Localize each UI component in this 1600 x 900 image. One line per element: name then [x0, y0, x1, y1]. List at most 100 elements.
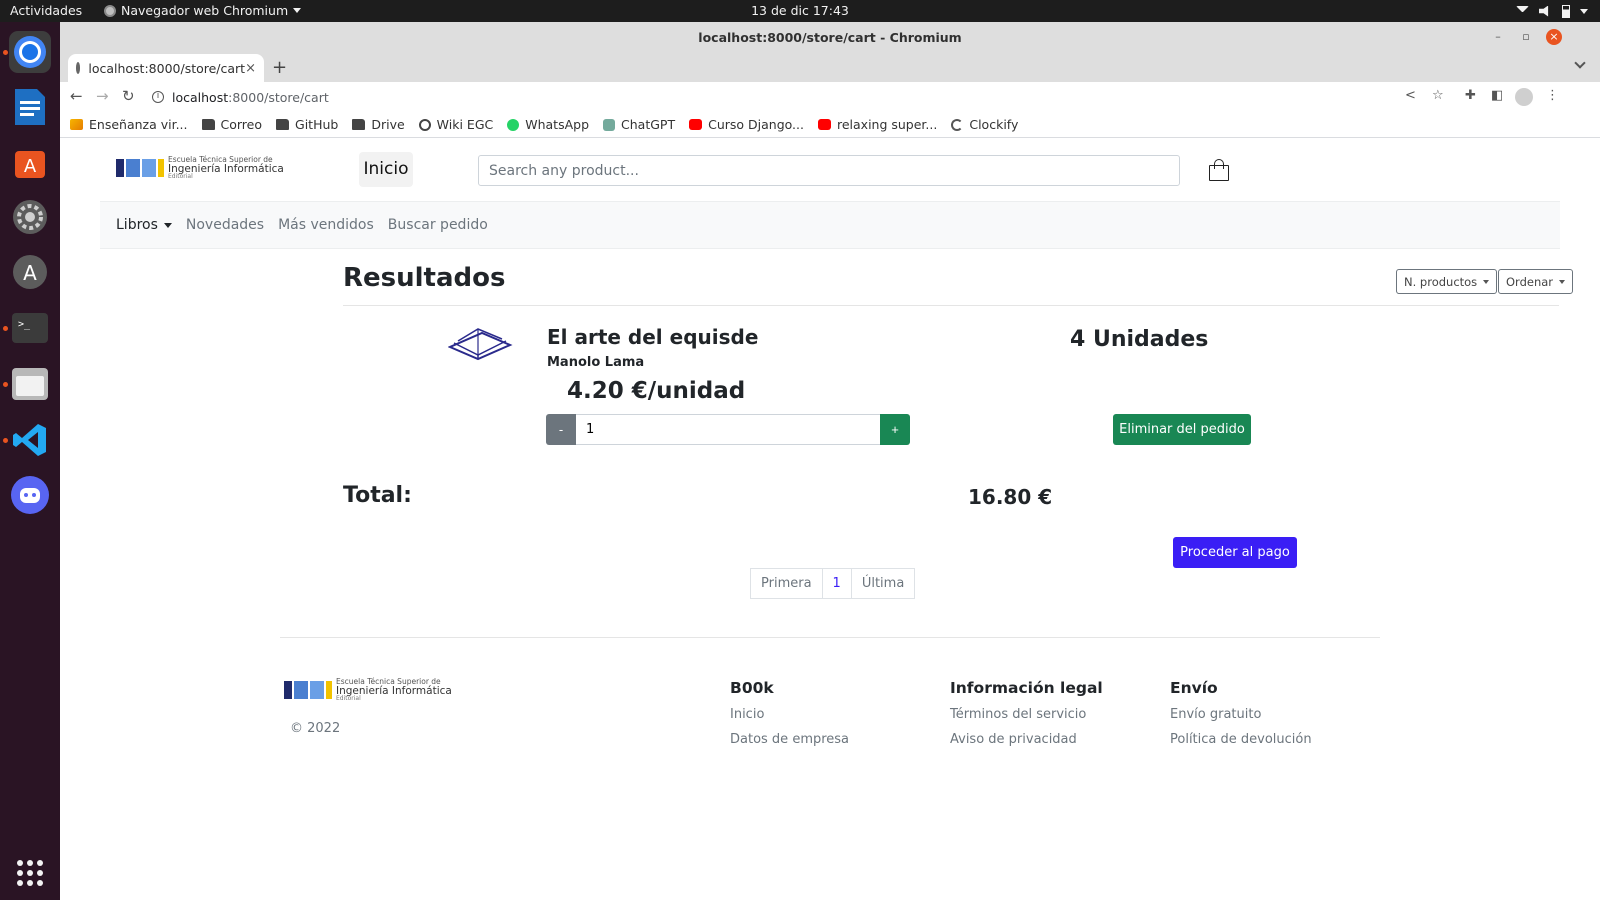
- bookmark-relaxing[interactable]: relaxing super...: [817, 117, 937, 132]
- quantity-input[interactable]: [576, 414, 880, 445]
- book-icon[interactable]: [448, 325, 514, 363]
- running-indicator: [3, 438, 8, 443]
- shopping-bag-icon[interactable]: [1209, 159, 1229, 181]
- pagination: Primera 1 Última: [750, 568, 916, 599]
- news-link[interactable]: Novedades: [186, 217, 264, 233]
- remove-from-order-button[interactable]: Eliminar del pedido: [1113, 414, 1251, 445]
- bestsellers-link[interactable]: Más vendidos: [278, 217, 374, 233]
- footer-link-privacy[interactable]: Aviso de privacidad: [950, 732, 1103, 747]
- svg-text:A: A: [24, 156, 37, 177]
- total-value: 16.80 €: [968, 485, 1053, 509]
- chevron-down-icon: [163, 222, 172, 228]
- page-title: Resultados: [343, 263, 506, 293]
- n-products-dropdown[interactable]: N. productos: [1396, 269, 1498, 294]
- settings-icon[interactable]: [9, 196, 51, 238]
- info-icon[interactable]: i: [152, 91, 164, 103]
- vscode-icon[interactable]: [9, 419, 51, 461]
- bookmark-wiki-egc[interactable]: Wiki EGC: [418, 117, 493, 132]
- bookmark-label: WhatsApp: [525, 117, 590, 132]
- close-icon[interactable]: ×: [1546, 29, 1562, 45]
- checkout-button[interactable]: Proceder al pago: [1173, 537, 1297, 568]
- item-title[interactable]: El arte del equisde: [547, 325, 758, 349]
- reload-icon[interactable]: ↻: [122, 87, 135, 105]
- folder-icon: [352, 119, 366, 130]
- n-products-label: N. productos: [1404, 274, 1478, 289]
- first-page-link[interactable]: Primera: [750, 568, 823, 599]
- bookmark-correo[interactable]: Correo: [201, 117, 262, 132]
- menu-icon[interactable]: ⋮: [1546, 88, 1559, 103]
- clock[interactable]: 13 de dic 17:43: [0, 3, 1600, 18]
- files-icon[interactable]: [9, 363, 51, 405]
- globe-icon: [76, 62, 81, 74]
- last-page-link[interactable]: Última: [850, 568, 916, 599]
- profile-icon[interactable]: [1515, 88, 1533, 106]
- software-updater-icon[interactable]: A: [9, 251, 51, 293]
- system-tray[interactable]: [1516, 2, 1588, 20]
- quantity-stepper: - +: [546, 414, 910, 445]
- sort-dropdown[interactable]: Ordenar: [1498, 269, 1574, 294]
- share-icon[interactable]: <: [1405, 88, 1416, 103]
- bookmark-whatsapp[interactable]: WhatsApp: [507, 117, 589, 132]
- folder-icon: [276, 119, 290, 130]
- bookmark-ensenanza[interactable]: Enseñanza vir...: [70, 117, 188, 132]
- bookmark-chatgpt[interactable]: ChatGPT: [603, 117, 675, 132]
- search-input[interactable]: [478, 155, 1180, 186]
- forward-icon[interactable]: →: [96, 87, 109, 105]
- address-bar[interactable]: i localhost:8000/store/cart: [152, 84, 1472, 110]
- discord-icon[interactable]: [9, 474, 51, 516]
- site-logo[interactable]: Escuela Técnica Superior de Ingeniería I…: [116, 156, 284, 180]
- footer-link-returns[interactable]: Política de devolución: [1170, 732, 1312, 747]
- logo-bars: [116, 159, 164, 177]
- url-path: :8000/store/cart: [228, 89, 329, 105]
- footer-divider: [280, 637, 1380, 638]
- app-center-icon[interactable]: A: [9, 141, 51, 183]
- web-page: Escuela Técnica Superior de Ingeniería I…: [60, 139, 1600, 900]
- find-order-link[interactable]: Buscar pedido: [388, 217, 488, 233]
- folder-icon: [201, 119, 215, 130]
- star-icon[interactable]: ☆: [1432, 88, 1444, 103]
- home-button[interactable]: Inicio: [359, 152, 413, 187]
- footer-link-inicio[interactable]: Inicio: [730, 707, 849, 722]
- browser-toolbar: ← → ↻ i localhost:8000/store/cart < ☆ ✚ …: [60, 82, 1600, 112]
- back-icon[interactable]: ←: [70, 87, 83, 105]
- footer-col-book: B00k Inicio Datos de empresa: [730, 679, 849, 757]
- current-page-link[interactable]: 1: [821, 568, 852, 599]
- bookmark-clockify[interactable]: Clockify: [951, 117, 1018, 132]
- footer-col-title: Envío: [1170, 679, 1218, 697]
- bookmark-curso-django[interactable]: Curso Django...: [689, 117, 804, 132]
- terminal-icon[interactable]: >_: [9, 307, 51, 349]
- ubuntu-dock: A A >_: [0, 22, 60, 900]
- increase-quantity-button[interactable]: +: [880, 414, 910, 445]
- chevron-down-icon[interactable]: [1574, 57, 1586, 69]
- decrease-quantity-button[interactable]: -: [546, 414, 576, 445]
- footer-col-shipping: Envío Envío gratuito Política de devoluc…: [1170, 679, 1312, 757]
- new-tab-icon[interactable]: +: [272, 57, 287, 78]
- close-tab-icon[interactable]: ×: [245, 61, 256, 76]
- gnome-top-bar: Actividades Navegador web Chromium 13 de…: [0, 0, 1600, 22]
- footer-col-title: B00k: [730, 679, 774, 697]
- tab-strip: localhost:8000/store/cart × +: [60, 52, 1600, 82]
- footer-link-free-shipping[interactable]: Envío gratuito: [1170, 707, 1312, 722]
- minimize-icon[interactable]: –: [1490, 29, 1506, 45]
- chrome-icon[interactable]: [9, 31, 51, 73]
- divider: [343, 305, 1559, 306]
- footer-logo[interactable]: Escuela Técnica Superior de Ingeniería I…: [284, 678, 452, 702]
- extensions-icon[interactable]: ✚: [1465, 88, 1476, 103]
- bookmark-label: Clockify: [969, 117, 1019, 132]
- footer-link-terms[interactable]: Términos del servicio: [950, 707, 1103, 722]
- side-panel-icon[interactable]: ◧: [1491, 88, 1503, 103]
- window-title: localhost:8000/store/cart - Chromium: [698, 30, 962, 45]
- writer-icon[interactable]: [9, 86, 51, 128]
- footer-link-company-data[interactable]: Datos de empresa: [730, 732, 849, 747]
- edu-icon: [70, 119, 83, 130]
- bookmark-github[interactable]: GitHub: [276, 117, 338, 132]
- bookmark-drive[interactable]: Drive: [352, 117, 405, 132]
- running-indicator: [3, 326, 8, 331]
- bookmark-label: Enseñanza vir...: [89, 117, 188, 132]
- show-applications-icon[interactable]: [17, 860, 43, 886]
- restore-icon[interactable]: ▫: [1518, 29, 1534, 45]
- tab-cart[interactable]: localhost:8000/store/cart ×: [68, 54, 264, 82]
- books-dropdown[interactable]: Libros: [116, 217, 172, 233]
- item-author: Manolo Lama: [547, 355, 645, 370]
- footer-col-title: Información legal: [950, 679, 1103, 697]
